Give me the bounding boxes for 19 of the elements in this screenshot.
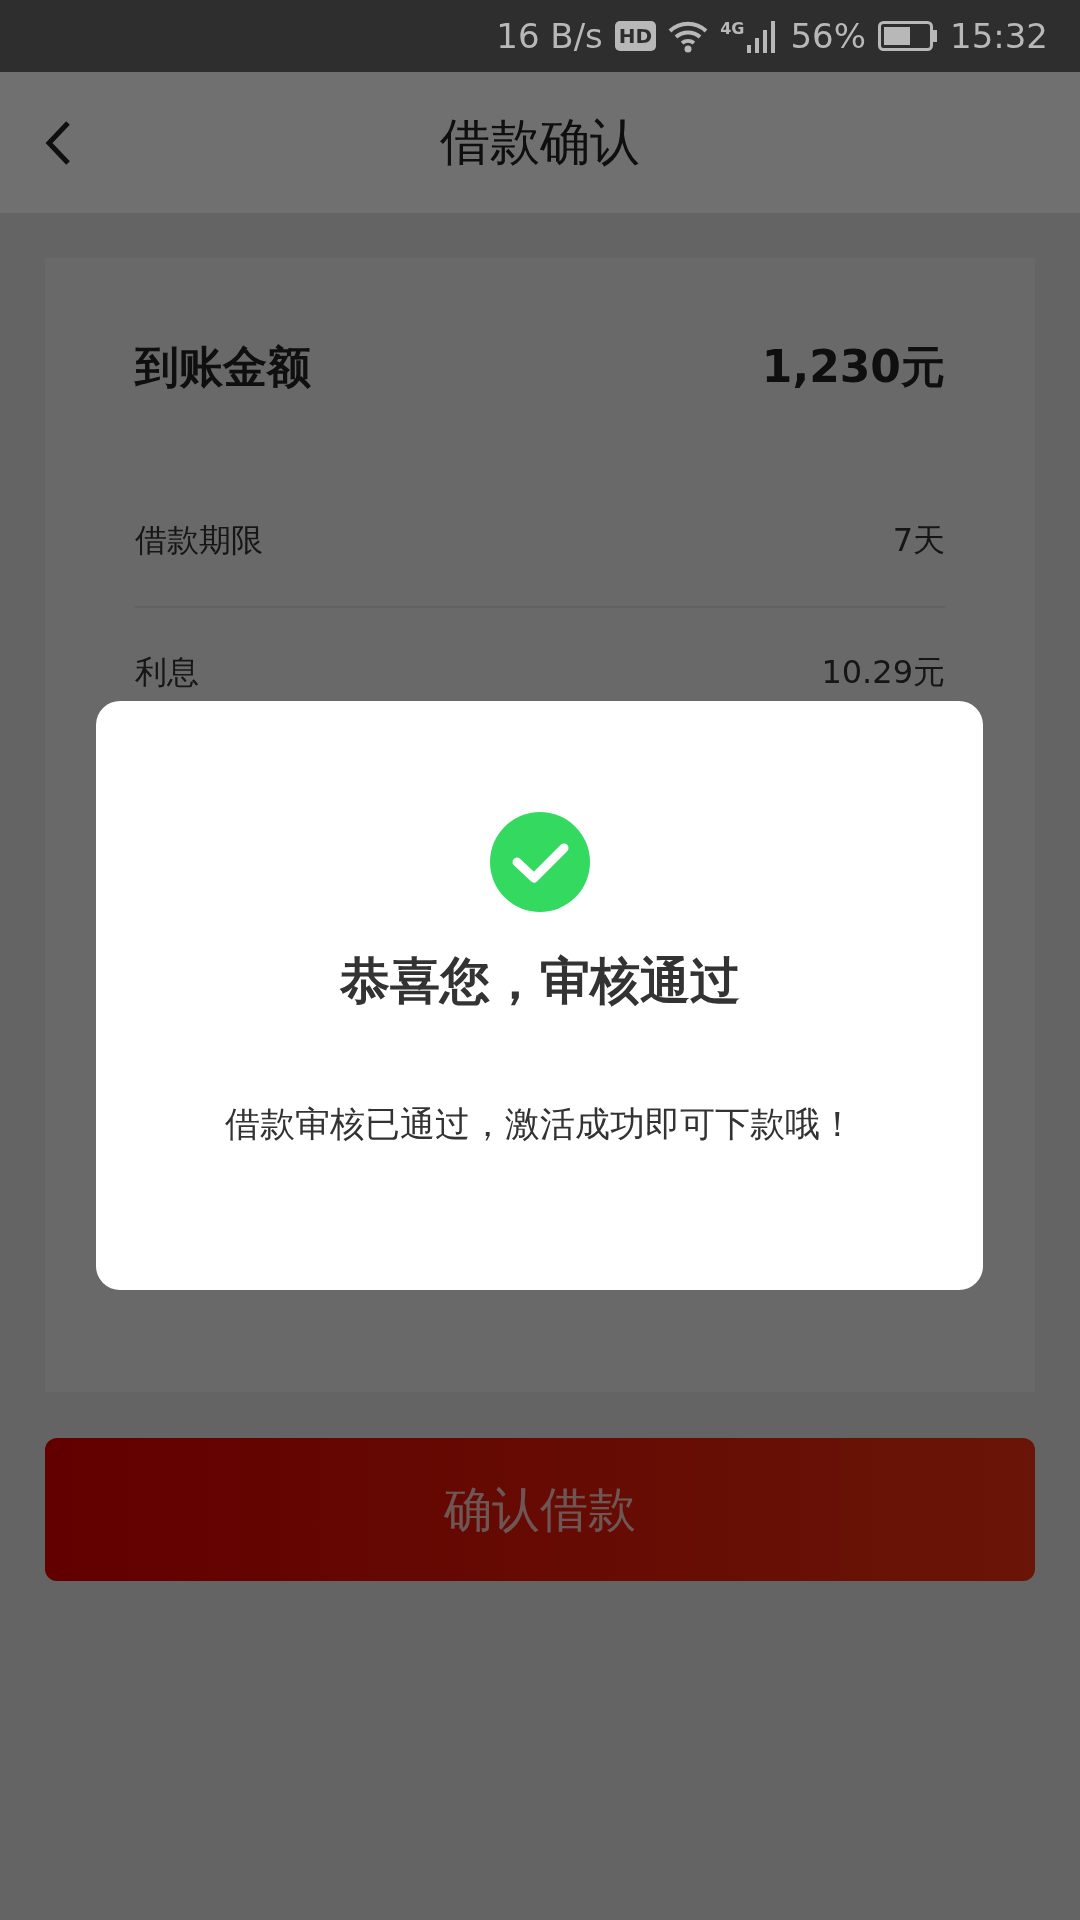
wifi-icon [668, 19, 709, 53]
amount-label: 到账金额 [135, 339, 311, 394]
clock: 15:32 [950, 16, 1048, 56]
detail-value: 10.29元 [821, 652, 945, 693]
network-type: 4G [720, 19, 745, 38]
detail-value: 7天 [892, 520, 945, 561]
battery-percent: 56% [790, 16, 866, 56]
check-icon [489, 812, 590, 912]
back-icon[interactable] [44, 120, 72, 166]
dialog-message: 借款审核已通过，激活成功即可下款哦！ [224, 1103, 855, 1146]
confirm-button[interactable]: 确认借款 [45, 1438, 1035, 1581]
page-title: 借款确认 [440, 112, 640, 173]
dialog-title: 恭喜您，审核通过 [339, 951, 740, 1012]
battery-icon [878, 21, 938, 51]
hd-badge: HD [614, 21, 657, 51]
detail-label: 利息 [135, 652, 199, 693]
detail-label: 借款期限 [135, 520, 263, 561]
amount-value: 1,230元 [761, 339, 945, 394]
network-speed: 16 B/s [496, 16, 603, 56]
